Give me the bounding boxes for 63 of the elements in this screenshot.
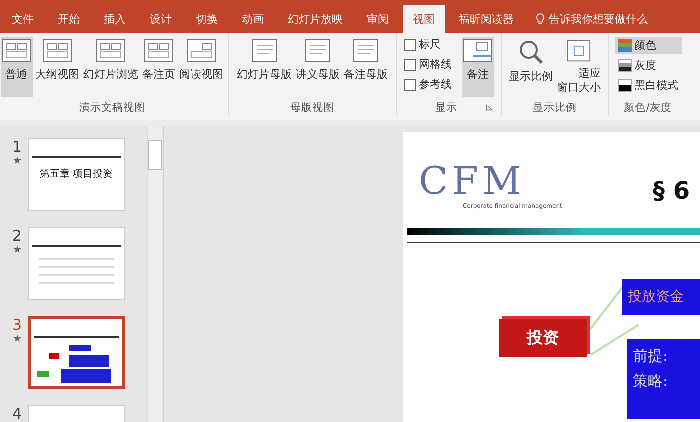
master-view-button[interactable]: 讲义母版 bbox=[295, 37, 341, 97]
ribbon-tab[interactable]: 审阅 bbox=[357, 5, 399, 33]
slide-number: 1 bbox=[12, 138, 22, 156]
notes-pane-icon bbox=[463, 39, 493, 63]
view-button[interactable]: 备注页 bbox=[142, 37, 176, 97]
color-mode-button[interactable]: 颜色 bbox=[614, 37, 682, 54]
master-view-button[interactable]: 备注母版 bbox=[343, 37, 389, 97]
color-swatch-icon bbox=[618, 39, 632, 52]
view-button[interactable]: 大纲视图 bbox=[34, 37, 80, 97]
view-button[interactable]: 阅读视图 bbox=[178, 37, 224, 97]
ribbon-tab[interactable]: 福昕阅读器 bbox=[449, 5, 524, 33]
color-swatch-icon bbox=[618, 79, 632, 92]
view-button[interactable]: 幻灯片浏览 bbox=[82, 37, 140, 97]
dialog-launcher-icon[interactable] bbox=[486, 104, 492, 110]
group-label: 颜色/灰度 bbox=[624, 101, 672, 115]
node-box: 投资 bbox=[499, 319, 587, 357]
slide-number: 2 bbox=[12, 227, 22, 245]
slide-title: 第五章 项目投资 bbox=[38, 168, 114, 181]
star-icon: ★ bbox=[13, 245, 22, 256]
checkbox[interactable]: 参考线 bbox=[404, 77, 452, 92]
ribbon-tab[interactable]: 插入 bbox=[94, 5, 136, 33]
zoom-button[interactable]: 显示比例 bbox=[508, 37, 554, 97]
notes-button[interactable]: 备注 bbox=[462, 37, 494, 97]
box-text: 前提: bbox=[633, 347, 670, 366]
group-label: 母版视图 bbox=[290, 101, 334, 115]
group-label: 显示比例 bbox=[533, 101, 577, 115]
slide-title: § 6 bbox=[653, 177, 690, 205]
slide-thumbnail[interactable] bbox=[28, 316, 125, 389]
color-mode-button[interactable]: 黑白模式 bbox=[614, 77, 682, 94]
text-box: 投放资金 bbox=[622, 279, 700, 315]
ribbon-tab[interactable]: 切换 bbox=[186, 5, 228, 33]
checkbox[interactable]: 标尺 bbox=[404, 37, 452, 52]
tell-me-field[interactable]: 告诉我你想要做什么 bbox=[536, 5, 648, 33]
layout-icon bbox=[186, 39, 216, 63]
ribbon-tab[interactable]: 动画 bbox=[232, 5, 274, 33]
lightbulb-icon bbox=[536, 12, 545, 26]
color-swatch-icon bbox=[618, 59, 632, 72]
ribbon-tab[interactable]: 幻灯片放映 bbox=[278, 5, 353, 33]
slide-number: 4 bbox=[12, 405, 22, 422]
view-button[interactable]: 普通 bbox=[0, 37, 32, 97]
group-label: 演示文稿视图 bbox=[80, 101, 146, 115]
group-label: 显示 bbox=[436, 101, 458, 115]
star-icon: ★ bbox=[13, 334, 22, 345]
ribbon-tab[interactable]: 文件 bbox=[2, 5, 44, 33]
scrollbar[interactable] bbox=[147, 126, 162, 422]
page-lines-icon bbox=[303, 39, 333, 63]
ribbon-tab[interactable]: 设计 bbox=[140, 5, 182, 33]
slide-thumbnail[interactable]: 第五章 项目投资 bbox=[28, 138, 125, 211]
layout-icon bbox=[144, 39, 174, 63]
page-lines-icon bbox=[351, 39, 381, 63]
layout-icon bbox=[96, 39, 126, 63]
slide-number: 3 bbox=[12, 316, 22, 334]
box-text: 策略: bbox=[633, 372, 670, 391]
color-mode-button[interactable]: 灰度 bbox=[614, 57, 682, 74]
layout-icon bbox=[42, 39, 72, 63]
logo: CFM bbox=[419, 162, 526, 200]
star-icon: ★ bbox=[13, 156, 22, 167]
checkbox[interactable]: 网格线 bbox=[404, 57, 452, 72]
page-lines-icon bbox=[250, 39, 280, 63]
ribbon-tab[interactable]: 开始 bbox=[48, 5, 90, 33]
master-view-button[interactable]: 幻灯片母版 bbox=[236, 37, 293, 97]
zoom-button[interactable]: 适应 窗口大小 bbox=[556, 37, 602, 97]
ribbon-tab[interactable]: 视图 bbox=[403, 5, 445, 33]
